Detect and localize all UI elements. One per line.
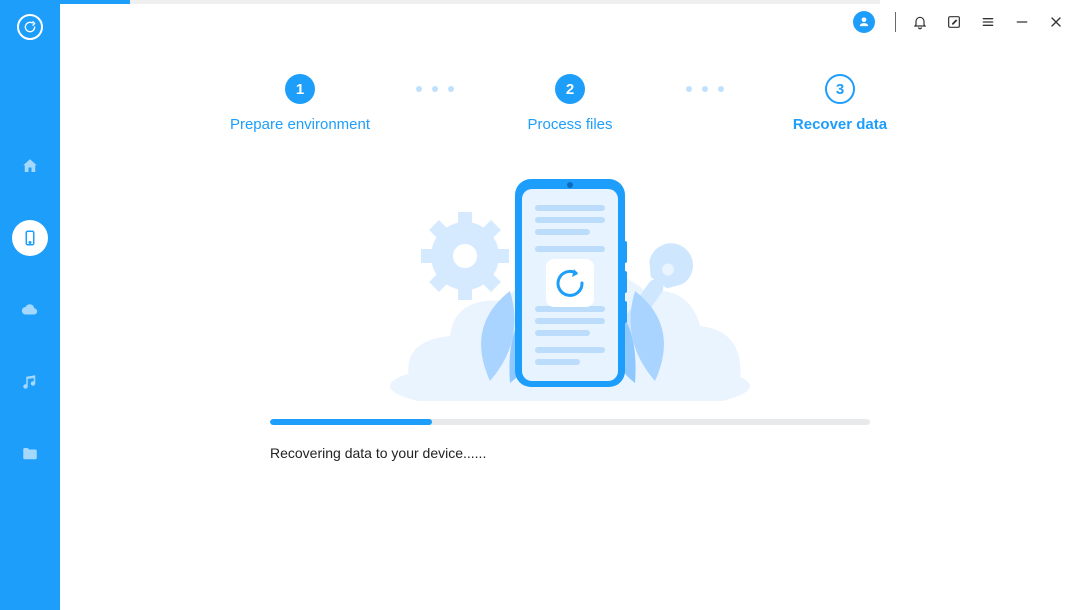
progress-bar [270, 419, 870, 425]
title-bar [60, 0, 1080, 44]
status-text: Recovering data to your device...... [270, 445, 870, 461]
step-separator-dots [665, 74, 745, 104]
step-label: Process files [475, 116, 665, 133]
step-label: Prepare environment [205, 116, 395, 133]
sidebar-item-folder[interactable] [12, 436, 48, 472]
illustration-wrap [60, 171, 1080, 401]
sidebar-item-home[interactable] [12, 148, 48, 184]
step-number: 2 [555, 74, 585, 104]
phone-icon [515, 179, 627, 387]
step-recover-data: 3 Recover data [745, 74, 935, 133]
sidebar-item-device[interactable] [12, 220, 48, 256]
progress-bar-fill [270, 419, 432, 425]
bell-icon[interactable] [910, 12, 930, 32]
step-number: 3 [825, 74, 855, 104]
close-icon[interactable] [1046, 12, 1066, 32]
step-number: 1 [285, 74, 315, 104]
step-process-files: 2 Process files [475, 74, 665, 133]
minimize-icon[interactable] [1012, 12, 1032, 32]
app-root: 1 Prepare environment 2 Process files 3 … [0, 0, 1080, 610]
account-avatar[interactable] [853, 11, 875, 33]
sidebar-nav [0, 148, 60, 472]
menu-icon[interactable] [978, 12, 998, 32]
progress-area: Recovering data to your device...... [270, 419, 870, 461]
illustration [380, 171, 760, 401]
step-separator-dots [395, 74, 475, 104]
sidebar [0, 0, 60, 610]
title-bar-separator [895, 12, 896, 32]
wizard-steps: 1 Prepare environment 2 Process files 3 … [60, 74, 1080, 133]
sidebar-item-cloud[interactable] [12, 292, 48, 328]
main-area: 1 Prepare environment 2 Process files 3 … [60, 0, 1080, 610]
feedback-icon[interactable] [944, 12, 964, 32]
app-logo [17, 14, 43, 40]
sidebar-item-music[interactable] [12, 364, 48, 400]
step-label: Recover data [745, 116, 935, 133]
step-prepare-environment: 1 Prepare environment [205, 74, 395, 133]
